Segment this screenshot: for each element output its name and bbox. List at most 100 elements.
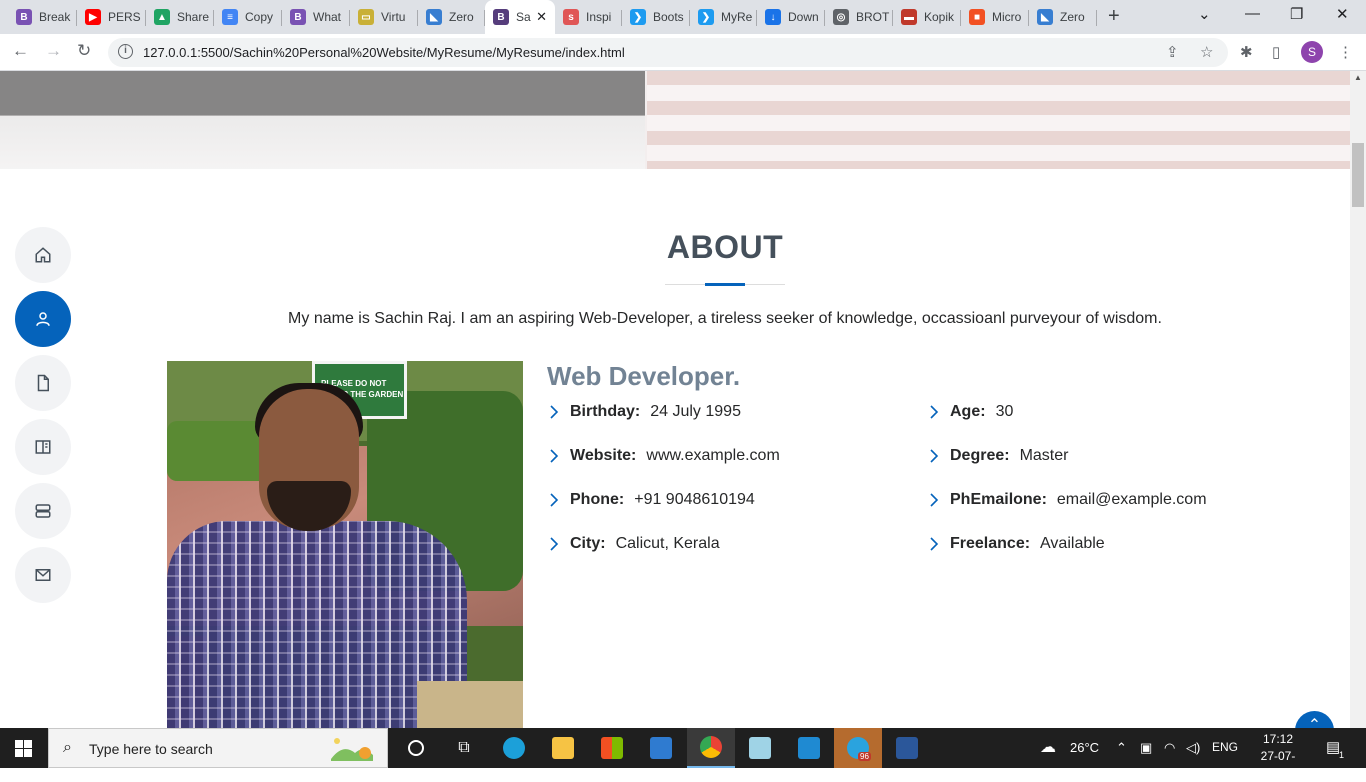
detail-website: Website: www.example.com [549, 447, 780, 465]
share-icon[interactable]: ⇪ [1166, 43, 1179, 61]
input-language[interactable]: ENG [1212, 740, 1238, 754]
tray-chevron-up-icon[interactable]: ⌃ [1116, 740, 1127, 756]
browser-tab[interactable]: ◣ Zero [1029, 4, 1097, 30]
word-icon[interactable] [883, 728, 931, 768]
detail-city: City: Calicut, Kerala [549, 535, 720, 553]
tab-search-icon[interactable]: ⌄ [1198, 5, 1211, 23]
nav-portfolio[interactable] [15, 419, 71, 475]
scrollbar-thumb[interactable] [1352, 143, 1364, 207]
bookmark-star-icon[interactable]: ☆ [1200, 43, 1213, 61]
browser-tab[interactable]: ▲ Share [146, 4, 214, 30]
microsoft-store-icon[interactable] [588, 728, 636, 768]
inspiration-icon: s [563, 9, 579, 25]
telegram-badge: 96 [858, 752, 871, 761]
chevron-right-icon [930, 493, 939, 507]
detail-degree: Degree: Master [929, 447, 1068, 465]
document-icon: ▭ [358, 9, 374, 25]
browser-tab-title: What [313, 10, 342, 24]
wifi-icon[interactable]: ◠ [1164, 740, 1175, 756]
browser-tab-title: Micro [992, 10, 1022, 24]
browser-tab[interactable]: ▶ PERS [77, 4, 146, 30]
back-button[interactable]: ← [12, 41, 29, 61]
browser-tab-title: Virtu [381, 10, 406, 24]
windows-start-button[interactable] [15, 740, 32, 757]
chrome-icon[interactable] [687, 728, 735, 768]
hero-image-bottom [0, 71, 1350, 169]
file-explorer-icon[interactable] [539, 728, 587, 768]
volume-icon[interactable]: ◁) [1186, 740, 1200, 756]
bootstrapmade-icon: ❯ [630, 9, 646, 25]
taskbar-search-box[interactable]: ⌕ Type here to search [48, 728, 388, 768]
notepad-app-icon[interactable] [736, 728, 784, 768]
url-text[interactable]: 127.0.0.1:5500/Sachin%20Personal%20Websi… [143, 45, 625, 60]
bootstrap-icon: B [493, 9, 509, 25]
site-info-icon[interactable]: i [118, 44, 133, 59]
side-panel-icon[interactable]: ▯ [1272, 43, 1280, 61]
nav-services[interactable] [15, 483, 71, 539]
browser-tab[interactable]: ↓ Down [757, 4, 825, 30]
browser-tab-title: Sa [516, 10, 531, 24]
detail-freelance: Freelance: Available [929, 535, 1105, 553]
bootstrapmade-icon: ❯ [698, 9, 714, 25]
tray-device-icon[interactable]: ▣ [1140, 740, 1152, 756]
mail-icon[interactable] [637, 728, 685, 768]
address-bar[interactable]: i 127.0.0.1:5500/Sachin%20Personal%20Web… [108, 38, 1228, 67]
cortana-icon[interactable] [392, 728, 440, 768]
browser-tab[interactable]: ▭ Virtu [350, 4, 418, 30]
telegram-icon[interactable]: 96 [834, 728, 882, 768]
extensions-puzzle-icon[interactable]: ✱ [1240, 43, 1253, 61]
browser-tab[interactable]: ◣ Zero [418, 4, 485, 30]
role-title: Web Developer. [547, 361, 741, 391]
detail-email: PhEmailone: email@example.com [929, 491, 1207, 509]
close-tab-icon[interactable]: ✕ [536, 9, 547, 25]
browser-tab[interactable]: ❯ MyRe [690, 4, 757, 30]
weather-icon[interactable]: ☁ [1040, 737, 1056, 757]
profile-photo: PLEASE DO NOT ENTER THE GARDEN [167, 361, 523, 728]
scroll-up-arrow-icon[interactable]: ▲ [1354, 73, 1362, 82]
envelope-icon [35, 569, 51, 581]
minimize-button[interactable]: — [1245, 5, 1260, 22]
chevron-right-icon [550, 449, 559, 463]
browser-tab[interactable]: B What [282, 4, 350, 30]
browser-tab-title: Zero [449, 10, 474, 24]
tab-separator [1096, 10, 1097, 26]
taskbar-search-placeholder[interactable]: Type here to search [89, 741, 213, 757]
server-icon [35, 504, 51, 518]
browser-tab-title: Share [177, 10, 210, 24]
close-window-button[interactable]: ✕ [1336, 5, 1349, 23]
menu-kebab-icon[interactable]: ⋮ [1338, 43, 1353, 61]
profile-avatar[interactable]: S [1301, 41, 1323, 63]
forward-button[interactable]: → [45, 41, 62, 61]
chevron-right-icon [930, 405, 939, 419]
system-clock[interactable]: 17:12 27-07-2022 [1252, 731, 1304, 782]
task-view-icon[interactable]: ⧉ [440, 728, 488, 768]
chevron-right-icon [550, 537, 559, 551]
about-intro: My name is Sachin Raj. I am an aspiring … [288, 310, 1162, 327]
nav-resume[interactable] [15, 355, 71, 411]
bootstrap-icon: B [290, 9, 306, 25]
kopiko-icon: ▬ [901, 9, 917, 25]
browser-tab[interactable]: ❯ Boots [622, 4, 690, 30]
browser-tab[interactable]: s Inspi [555, 4, 622, 30]
browser-tab-title: Copy [245, 10, 274, 24]
clock-time: 17:12 [1262, 732, 1294, 746]
page-scrollbar[interactable]: ▲ [1350, 71, 1366, 728]
browser-tab[interactable]: ◎ BROT [825, 4, 893, 30]
new-tab-button[interactable]: + [1108, 5, 1120, 28]
nav-contact[interactable] [15, 547, 71, 603]
browser-tab-title: Down [788, 10, 819, 24]
vscode-icon[interactable] [785, 728, 833, 768]
edge-icon[interactable] [490, 728, 538, 768]
browser-tab[interactable]: ▬ Kopik [893, 4, 961, 30]
browser-tab[interactable]: B Break [8, 4, 77, 30]
weather-temperature[interactable]: 26°C [1070, 740, 1099, 755]
reload-button[interactable]: ↻ [77, 41, 91, 61]
globe-icon: ◎ [833, 9, 849, 25]
browser-tab[interactable]: ■ Micro [961, 4, 1029, 30]
restore-button[interactable]: ❐ [1290, 5, 1303, 23]
browser-tab[interactable]: ≡ Copy [214, 4, 282, 30]
browser-tab[interactable]: B Sa ✕ [485, 0, 555, 34]
zerodha-icon: ◣ [426, 9, 442, 25]
search-highlight-icon [331, 738, 373, 761]
browser-toolbar: ← → ↻ i 127.0.0.1:5500/Sachin%20Personal… [0, 34, 1366, 71]
